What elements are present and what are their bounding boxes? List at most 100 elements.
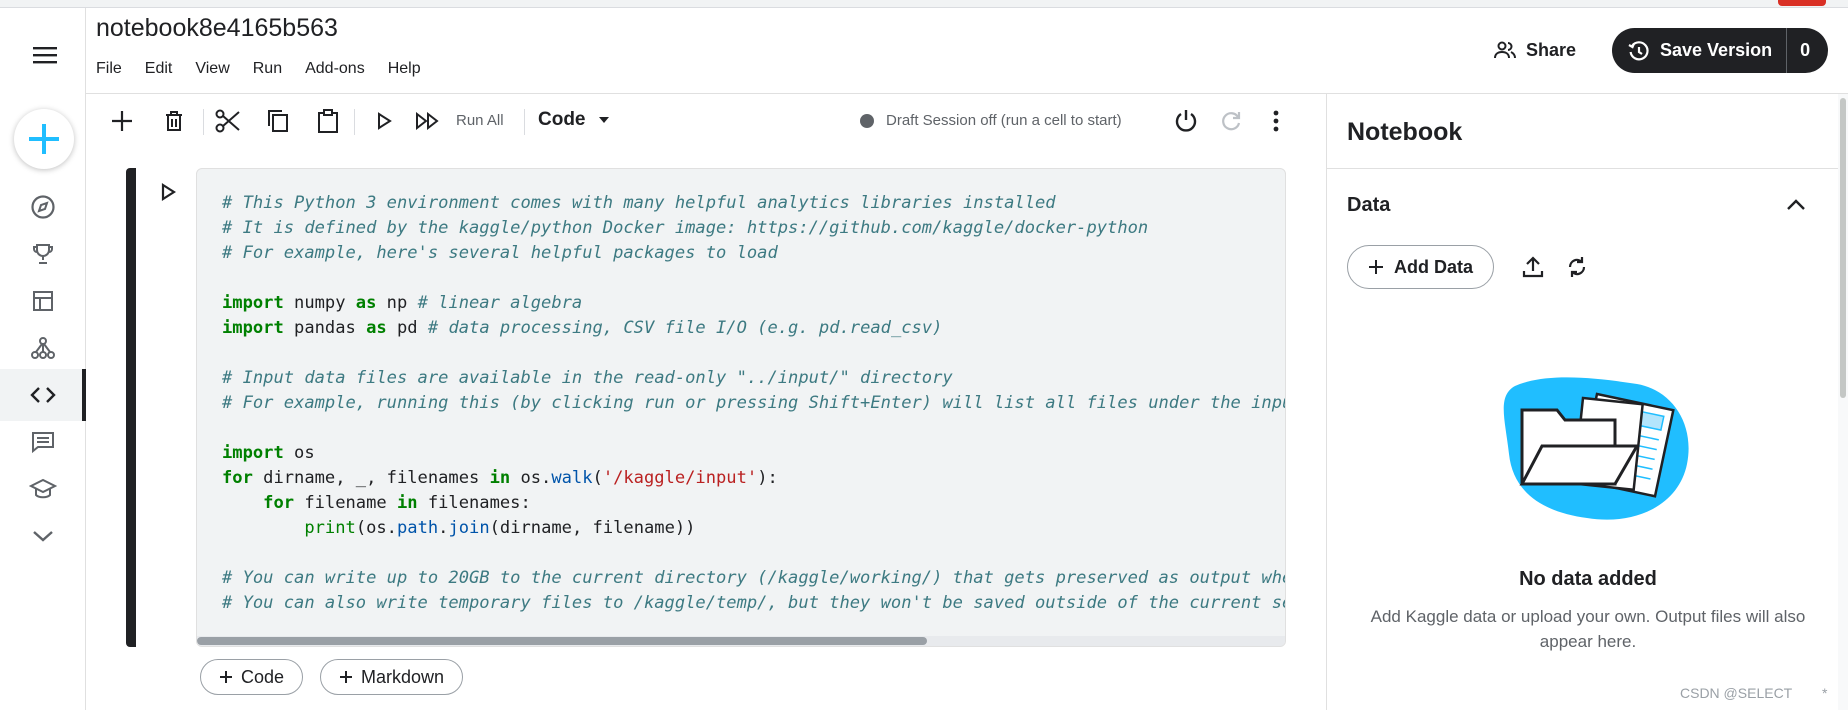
code-line[interactable]: # Input data files are available in the …: [222, 366, 1285, 391]
vertical-scrollbar-thumb[interactable]: [1840, 98, 1846, 398]
menu-add-ons[interactable]: Add-ons: [305, 60, 365, 78]
run-cell-play-icon[interactable]: [366, 103, 402, 139]
version-count[interactable]: 0: [1787, 40, 1810, 61]
menu-bar: File Edit View Run Add-ons Help: [96, 60, 421, 78]
code-token: for: [263, 493, 295, 513]
code-token: # It is defined by the kaggle/python Doc…: [222, 218, 1149, 238]
empty-state-description: Add Kaggle data or upload your own. Outp…: [1370, 607, 1806, 651]
run-all-label[interactable]: Run All: [456, 112, 504, 129]
code-line[interactable]: import numpy as np # linear algebra: [222, 291, 1285, 316]
notification-corner: [1778, 0, 1826, 6]
sync-icon[interactable]: [1561, 251, 1593, 283]
menu-edit[interactable]: Edit: [145, 60, 173, 78]
code-line[interactable]: [222, 266, 1285, 291]
menu-file[interactable]: File: [96, 60, 122, 78]
horizontal-scrollbar[interactable]: [197, 636, 1285, 646]
code-line[interactable]: [222, 341, 1285, 366]
browser-top-edge: [0, 0, 1848, 8]
code-token: # linear algebra: [417, 293, 583, 313]
menu-help[interactable]: Help: [388, 60, 421, 78]
code-token: (dirname, filename)): [489, 518, 696, 538]
menu-run[interactable]: Run: [253, 60, 282, 78]
code-line[interactable]: # You can also write temporary files to …: [222, 591, 1285, 616]
save-version-button[interactable]: Save Version 0: [1612, 28, 1828, 73]
code-token: # This Python 3 environment comes with m…: [222, 193, 1056, 213]
code-token: ):: [757, 468, 778, 488]
code-line[interactable]: import pandas as pd # data processing, C…: [222, 316, 1285, 341]
cell-toolbar: Run All Code Draft Session off (run a ce…: [100, 103, 1300, 139]
nav-discussions-chat-icon[interactable]: [0, 416, 86, 468]
nav-competitions-trophy-icon[interactable]: [0, 228, 86, 280]
session-status-dot: [860, 113, 874, 128]
nav-more-chevron-down-icon[interactable]: [0, 510, 86, 562]
nav-learn-school-icon[interactable]: [0, 463, 86, 515]
create-plus-button[interactable]: [14, 109, 74, 169]
nav-models-graph-icon[interactable]: [0, 322, 86, 374]
code-token: walk: [551, 468, 593, 488]
cell-selected-indicator: [126, 168, 136, 647]
paste-clipboard-icon[interactable]: [310, 103, 346, 139]
code-token: # data processing, CSV file I/O (e.g. pd…: [427, 318, 943, 338]
code-line[interactable]: # For example, here's several helpful pa…: [222, 241, 1285, 266]
code-line[interactable]: [222, 416, 1285, 441]
session-status-text: Draft Session off (run a cell to start): [886, 112, 1122, 129]
add-cell-plus-icon[interactable]: [104, 103, 140, 139]
code-token: (os.: [355, 518, 397, 538]
hamburger-menu-icon[interactable]: [26, 36, 64, 74]
add-markdown-cell-button[interactable]: Markdown: [320, 659, 464, 695]
add-data-button[interactable]: Add Data: [1347, 245, 1495, 289]
code-token: numpy: [283, 293, 356, 313]
share-button[interactable]: Share: [1494, 33, 1576, 67]
notebook-side-panel: Notebook Data Add Data No data added Add…: [1326, 94, 1848, 710]
history-icon: [1628, 40, 1649, 60]
code-line[interactable]: # You can write up to 20GB to the curren…: [222, 566, 1285, 591]
code-cell-editor[interactable]: # This Python 3 environment comes with m…: [196, 168, 1286, 647]
code-token: # For example, here's several helpful pa…: [222, 243, 778, 263]
code-line[interactable]: # For example, running this (by clicking…: [222, 391, 1285, 416]
code-token: filename: [294, 493, 397, 513]
power-icon[interactable]: [1168, 103, 1204, 139]
code-line[interactable]: for dirname, _, filenames in os.walk('/k…: [222, 466, 1285, 491]
nav-datasets-table-icon[interactable]: [0, 275, 86, 327]
code-token: .: [438, 518, 449, 538]
nav-code-icon[interactable]: [0, 369, 86, 421]
copy-icon[interactable]: [260, 103, 296, 139]
code-line[interactable]: # This Python 3 environment comes with m…: [222, 191, 1285, 216]
code-token: (: [592, 468, 603, 488]
add-code-cell-button[interactable]: Code: [200, 659, 304, 695]
toolbar-separator: [524, 109, 525, 135]
panel-title: Notebook: [1347, 118, 1463, 146]
code-line[interactable]: [222, 541, 1285, 566]
horizontal-scrollbar-thumb[interactable]: [197, 637, 927, 645]
nav-explore-compass-icon[interactable]: [0, 181, 86, 233]
code-token: in: [396, 493, 418, 513]
cell-type-select[interactable]: Code: [538, 109, 610, 131]
toolbar-separator: [354, 109, 355, 135]
code-line[interactable]: # It is defined by the kaggle/python Doc…: [222, 216, 1285, 241]
cell-run-play-icon[interactable]: [153, 177, 183, 207]
code-token: np: [376, 293, 418, 313]
code-token: as: [366, 318, 387, 338]
restart-icon: [1213, 103, 1249, 139]
code-token: in: [489, 468, 511, 488]
code-line[interactable]: for filename in filenames:: [222, 491, 1285, 516]
collapse-chevron-up-icon[interactable]: [1781, 190, 1811, 220]
vertical-scrollbar[interactable]: [1838, 94, 1848, 710]
code-line[interactable]: print(os.path.join(dirname, filename)): [222, 516, 1285, 541]
code-line[interactable]: import os: [222, 441, 1285, 466]
share-label: Share: [1526, 39, 1577, 60]
empty-data-folder-illustration: [1503, 377, 1689, 520]
code-token: import: [222, 443, 284, 463]
more-options-icon[interactable]: [1258, 103, 1294, 139]
notebook-title[interactable]: notebook8e4165b563: [96, 14, 338, 43]
cell-type-value: Code: [538, 109, 586, 130]
menu-view[interactable]: View: [195, 60, 229, 78]
code-content[interactable]: # This Python 3 environment comes with m…: [222, 191, 1285, 616]
run-all-fast-forward-icon[interactable]: [410, 103, 446, 139]
panel-divider: [1327, 168, 1848, 169]
save-version-label: Save Version: [1660, 40, 1773, 60]
upload-icon[interactable]: [1517, 251, 1549, 283]
data-section-header[interactable]: Data: [1347, 194, 1390, 217]
delete-trash-icon[interactable]: [156, 103, 192, 139]
cut-scissors-icon[interactable]: [210, 103, 246, 139]
